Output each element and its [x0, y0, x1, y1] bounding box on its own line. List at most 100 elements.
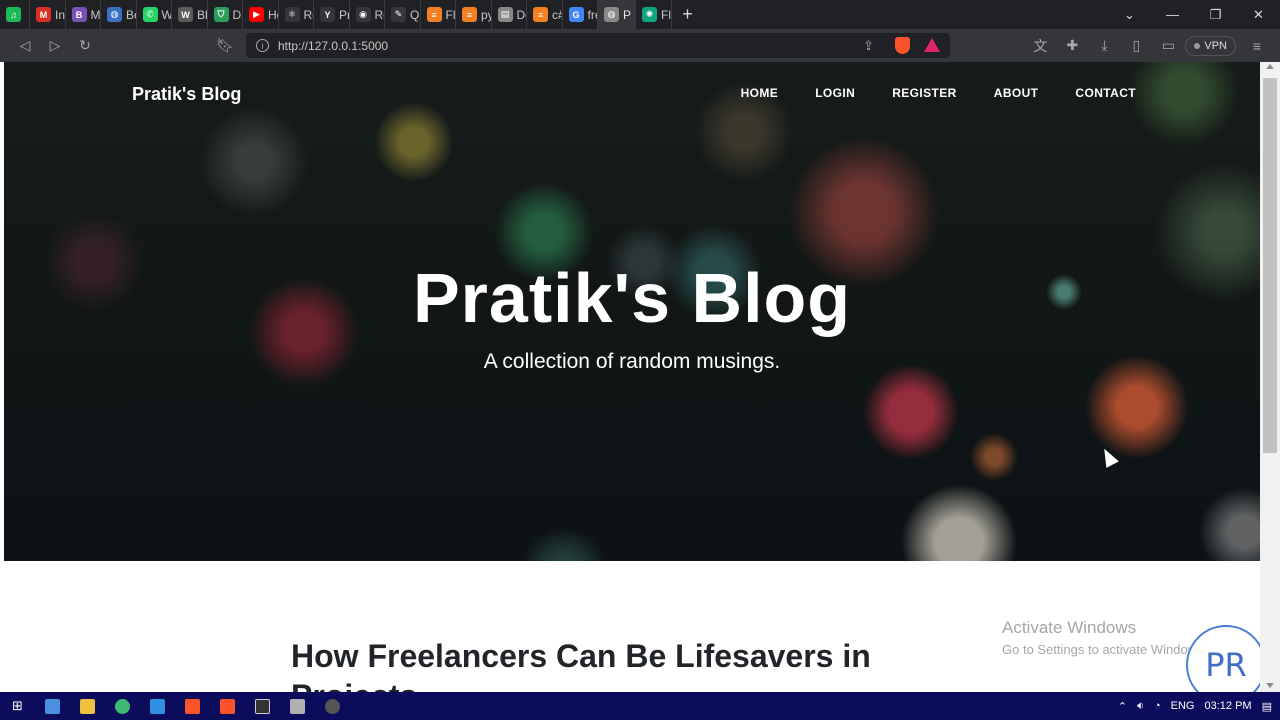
- spotify-icon: ♫: [6, 7, 21, 22]
- brave-rewards-icon[interactable]: [924, 38, 940, 52]
- tab-search-icon[interactable]: ⌄: [1108, 0, 1151, 29]
- post-title-line1[interactable]: How Freelancers Can Be Lifesavers in: [291, 638, 871, 674]
- brave-shields-icon[interactable]: [895, 37, 910, 54]
- browser-tab[interactable]: M Inbo: [30, 0, 66, 29]
- vscode-taskbar-icon[interactable]: [140, 692, 175, 720]
- activation-watermark: Activate Windows Go to Settings to activ…: [1002, 618, 1207, 657]
- browser-tab[interactable]: ◍ Beca: [101, 0, 137, 29]
- minimize-button[interactable]: —: [1151, 0, 1194, 29]
- nav-link-register[interactable]: REGISTER: [892, 86, 957, 100]
- wallet-icon[interactable]: ▭: [1153, 32, 1183, 60]
- whatsapp-icon: ✆: [142, 7, 158, 22]
- youtube-icon: ▶: [249, 7, 264, 22]
- browser-tab[interactable]: ◍P✕: [598, 0, 636, 29]
- volume-icon[interactable]: 🔉︎: [1137, 700, 1144, 713]
- tab-label: Quicl: [410, 7, 420, 22]
- start-button[interactable]: ⊞: [0, 692, 35, 720]
- tab-label: pyth: [481, 7, 491, 22]
- browser-tab[interactable]: ▤Dow: [492, 0, 527, 29]
- network-icon[interactable]: ◔: [1154, 700, 1161, 712]
- browser-tab[interactable]: ≡ c# -: [527, 0, 563, 29]
- browser-tab[interactable]: W Blog: [172, 0, 208, 29]
- vpn-label: VPN: [1204, 39, 1227, 52]
- forward-button[interactable]: ▷: [40, 32, 70, 60]
- navbar-brand[interactable]: Pratik's Blog: [132, 84, 241, 105]
- page-scrollbar[interactable]: [1260, 62, 1280, 692]
- close-window-button[interactable]: ✕: [1237, 0, 1280, 29]
- site-info-icon[interactable]: i: [256, 39, 269, 52]
- browser-tab[interactable]: ≡ pyth: [456, 0, 492, 29]
- browser-tab[interactable]: ▶ How: [243, 0, 279, 29]
- tab-label: P: [623, 7, 632, 22]
- globe-icon: ◍: [107, 7, 122, 22]
- system-tray: ⌃ 🔉︎ ◔ ENG 03:12 PM ▤: [1118, 692, 1280, 720]
- post-title-line2[interactable]: Projects: [291, 676, 871, 692]
- post-title-link[interactable]: How Freelancers Can Be Lifesavers in Pro…: [291, 636, 871, 692]
- tab-label: Inbo: [55, 7, 66, 22]
- share-icon[interactable]: ⇪: [863, 38, 874, 54]
- browser-tab[interactable]: ✺ Flexi: [636, 0, 672, 29]
- terminal-taskbar-icon[interactable]: [245, 692, 280, 720]
- scroll-up-arrow-icon[interactable]: [1266, 64, 1274, 69]
- stackoverflow-icon: ≡: [533, 7, 548, 22]
- hero-title: Pratik's Blog: [412, 259, 852, 337]
- browser-tab[interactable]: ✎ Quicl: [385, 0, 421, 29]
- browser-tab[interactable]: ⚛Reac: [279, 0, 314, 29]
- scroll-down-arrow-icon[interactable]: [1266, 683, 1274, 688]
- tab-label: MyR: [90, 7, 101, 22]
- scrollbar-thumb[interactable]: [1263, 78, 1277, 453]
- logo-badge: PR: [1186, 625, 1266, 692]
- nav-link-about[interactable]: ABOUT: [994, 86, 1039, 100]
- tab-label: Flask: [445, 7, 456, 22]
- database-taskbar-icon[interactable]: [280, 692, 315, 720]
- browser-tab[interactable]: ≡Flask: [421, 0, 456, 29]
- browser-toolbar: ◁ ▷ ↻ 🔖︎ i http://127.0.0.1:5000 ⇪ 文 ✚ ⤓…: [0, 29, 1280, 62]
- bookmark-icon[interactable]: 🔖︎: [210, 32, 240, 60]
- translate-icon[interactable]: 文: [1025, 32, 1055, 60]
- notifications-icon[interactable]: ▤: [1262, 700, 1272, 713]
- vpn-button[interactable]: VPN: [1185, 35, 1236, 56]
- reload-button[interactable]: ↻: [70, 32, 100, 60]
- menu-icon[interactable]: ≡: [1242, 32, 1272, 60]
- address-bar[interactable]: i http://127.0.0.1:5000 ⇪: [246, 33, 950, 58]
- watermark-line2: Go to Settings to activate Windows.: [1002, 642, 1208, 657]
- browser-tab[interactable]: ◉Repo: [350, 0, 385, 29]
- wordpress-icon: W: [178, 7, 193, 22]
- navbar-links: HOME LOGIN REGISTER ABOUT CONTACT: [741, 86, 1136, 100]
- browser-tab[interactable]: Gfreel: [563, 0, 598, 29]
- back-button[interactable]: ◁: [10, 32, 40, 60]
- sidebar-icon[interactable]: ▯: [1121, 32, 1151, 60]
- restore-button[interactable]: ❐: [1194, 0, 1237, 29]
- browser-tab[interactable]: ✆What: [137, 0, 172, 29]
- hero-section: Pratik's Blog HOME LOGIN REGISTER ABOUT CONT…: [4, 62, 1260, 561]
- file-explorer-taskbar-icon[interactable]: [70, 692, 105, 720]
- hero-subtitle: A collection of random musings.: [483, 350, 781, 373]
- browser-tab[interactable]: ⛉DEVI: [208, 0, 243, 29]
- browser-tab[interactable]: ♫: [0, 0, 30, 29]
- nav-link-home[interactable]: HOME: [741, 86, 779, 100]
- stackoverflow-icon: ≡: [426, 7, 442, 22]
- app-taskbar-icon[interactable]: [105, 692, 140, 720]
- nav-link-login[interactable]: LOGIN: [815, 86, 855, 100]
- extensions-icon[interactable]: ✚: [1057, 32, 1087, 60]
- toolbar-actions: 文 ✚ ⤓ ▯ ▭ VPN ≡: [1025, 29, 1272, 62]
- browser-tab[interactable]: Y Prati: [314, 0, 350, 29]
- new-tab-button[interactable]: +: [672, 0, 704, 29]
- obs-taskbar-icon[interactable]: [315, 692, 350, 720]
- url-text[interactable]: http://127.0.0.1:5000: [278, 39, 388, 53]
- downloads-icon[interactable]: ⤓: [1089, 32, 1119, 60]
- vpn-status-icon: [1194, 42, 1201, 49]
- watermark-line1: Activate Windows: [1002, 618, 1137, 637]
- nav-link-contact[interactable]: CONTACT: [1075, 86, 1136, 100]
- language-indicator[interactable]: ENG: [1171, 700, 1195, 712]
- database-icon: ▤: [497, 7, 513, 22]
- brave-taskbar-icon[interactable]: [175, 692, 210, 720]
- brave-taskbar-icon-2[interactable]: [210, 692, 245, 720]
- chevron-up-icon[interactable]: ⌃: [1118, 700, 1127, 713]
- clock[interactable]: 03:12 PM: [1205, 700, 1252, 712]
- browser-tab[interactable]: BMyR: [66, 0, 101, 29]
- notepad-taskbar-icon[interactable]: [35, 692, 70, 720]
- tab-label: Repo: [374, 7, 385, 22]
- stackoverflow-icon: ≡: [462, 7, 477, 22]
- browser-window: ♫ MInboBMyR◍Beca✆WhatWBlog⛉DEVI▶How⚛ReacY…: [0, 0, 1280, 720]
